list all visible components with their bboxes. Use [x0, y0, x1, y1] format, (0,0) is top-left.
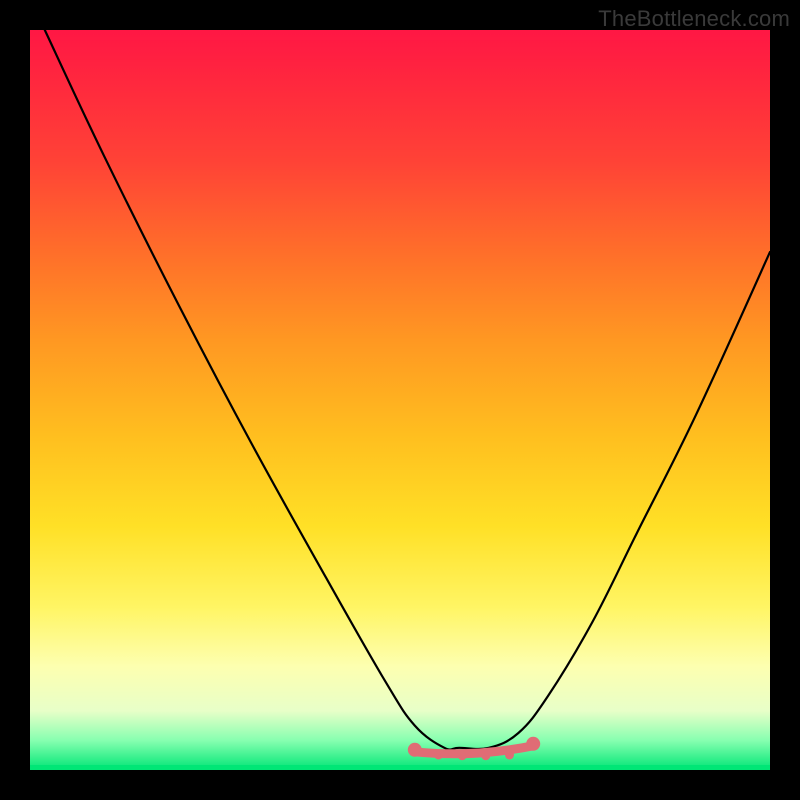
bottleneck-curve [30, 30, 770, 770]
watermark-text: TheBottleneck.com [598, 6, 790, 32]
bottom-green-bar [30, 765, 770, 770]
chart-plot-area [30, 30, 770, 770]
